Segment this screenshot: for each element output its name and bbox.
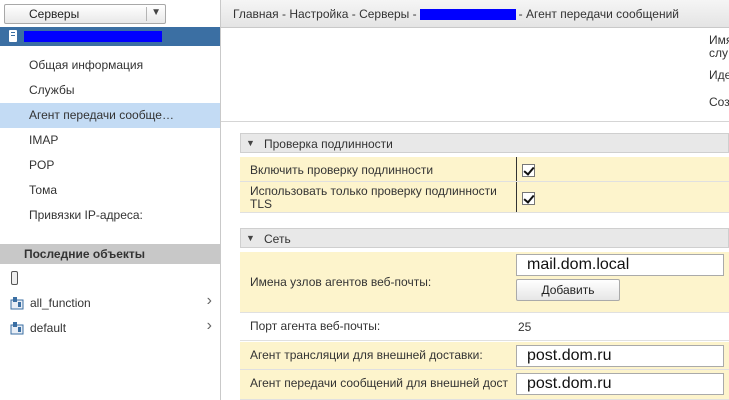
auth-section-title: Проверка подлинности (264, 137, 393, 151)
network-section-title: Сеть (264, 232, 291, 246)
recent-item[interactable] (0, 266, 220, 291)
recent-objects-list: all_function › default › (0, 266, 220, 341)
nav-item-label: Привязки IP-адреса: (29, 208, 143, 222)
breadcrumb-current: - Агент передачи сообщений (518, 7, 679, 21)
nav-item-ip-bindings[interactable]: Привязки IP-адреса: (0, 203, 220, 228)
dropdown-separator (146, 7, 147, 21)
webmail-port-value: 25 (518, 320, 532, 334)
tls-only-label: Использовать только проверку подлинности… (250, 185, 497, 211)
selected-server-bar[interactable] (0, 27, 220, 46)
collapse-triangle-icon[interactable]: ▼ (246, 229, 255, 247)
network-section-header[interactable]: ▼ Сеть (240, 228, 729, 248)
recent-item-all-function[interactable]: all_function › (0, 291, 220, 316)
recent-objects-title: Последние объекты (24, 247, 145, 261)
nav-item-label: Службы (29, 83, 75, 97)
redacted-server-name (24, 31, 162, 42)
webmail-hosts-row: Имена узлов агентов веб-почты: Добавить (240, 252, 729, 313)
info-label-id: Иде (709, 68, 729, 82)
nav-item-volumes[interactable]: Тома (0, 178, 220, 203)
chevron-down-icon[interactable]: ▼ (151, 7, 161, 18)
pool-icon (10, 322, 24, 335)
nav-item-mta[interactable]: Агент передачи сообще… (0, 103, 220, 128)
phone-icon (11, 271, 18, 285)
recent-item-label: default (30, 321, 67, 335)
mta-row: Агент передачи сообщений для внешней дос… (240, 370, 729, 400)
chevron-right-icon[interactable]: › (207, 317, 212, 335)
column-separator (516, 182, 517, 212)
nav-item-pop[interactable]: POP (0, 153, 220, 178)
mta-label: Агент передачи сообщений для внешней дос… (250, 377, 508, 390)
info-label-name: Имя (709, 33, 729, 47)
server-nav: Общая информация Службы Агент передачи с… (0, 53, 220, 228)
webmail-port-row: Порт агента веб-почты: 25 (240, 313, 729, 341)
nav-item-label: Тома (29, 183, 57, 197)
webmail-host-input[interactable] (516, 254, 724, 276)
tls-only-label-line2: TLS (250, 197, 273, 211)
main-content: Главная - Настройка - Серверы - - Агент п… (221, 0, 729, 400)
nav-item-services[interactable]: Службы (0, 78, 220, 103)
info-label-created: Соз (709, 95, 729, 109)
webmail-port-label: Порт агента веб-почты: (250, 319, 381, 333)
nav-item-label: Агент передачи сообще… (29, 108, 174, 122)
column-separator (516, 157, 517, 181)
relay-row: Агент трансляции для внешней доставки: (240, 342, 729, 370)
breadcrumb-bar: Главная - Настройка - Серверы - - Агент п… (221, 0, 729, 28)
info-label-service: слу (709, 46, 729, 60)
relay-input[interactable] (516, 345, 724, 367)
enable-auth-label: Включить проверку подлинности (250, 163, 434, 177)
collapse-triangle-icon[interactable]: ▼ (246, 134, 255, 152)
breadcrumb-path[interactable]: Главная - Настройка - Серверы - (233, 7, 417, 21)
nav-item-imap[interactable]: IMAP (0, 128, 220, 153)
servers-dropdown-label: Серверы (29, 7, 80, 21)
nav-item-label: POP (29, 158, 55, 172)
auth-section-header[interactable]: ▼ Проверка подлинности (240, 133, 729, 153)
mta-input[interactable] (516, 373, 724, 395)
tls-only-label-line1: Использовать только проверку подлинности (250, 184, 497, 198)
recent-item-default[interactable]: default › (0, 316, 220, 341)
relay-label: Агент трансляции для внешней доставки: (250, 348, 483, 362)
enable-auth-row: Включить проверку подлинности (240, 157, 729, 182)
webmail-hosts-label: Имена узлов агентов веб-почты: (250, 275, 432, 289)
nav-item-label: Общая информация (29, 58, 144, 72)
nav-item-label: IMAP (29, 133, 59, 147)
add-button[interactable]: Добавить (516, 279, 620, 301)
divider (221, 121, 729, 122)
servers-dropdown[interactable]: Серверы ▼ (4, 4, 166, 24)
pool-icon (10, 297, 24, 310)
recent-item-label: all_function (30, 296, 91, 310)
enable-auth-checkbox[interactable] (522, 164, 535, 177)
left-panel: Серверы ▼ Общая информация Службы Агент … (0, 0, 221, 400)
server-icon (9, 30, 17, 42)
tls-only-row: Использовать только проверку подлинности… (240, 182, 729, 213)
nav-item-general[interactable]: Общая информация (0, 53, 220, 78)
tls-only-checkbox[interactable] (522, 192, 535, 205)
recent-objects-header: Последние объекты (0, 244, 220, 264)
breadcrumb: Главная - Настройка - Серверы - - Агент п… (233, 7, 679, 21)
chevron-right-icon[interactable]: › (207, 292, 212, 310)
redacted-server-name (419, 9, 516, 21)
